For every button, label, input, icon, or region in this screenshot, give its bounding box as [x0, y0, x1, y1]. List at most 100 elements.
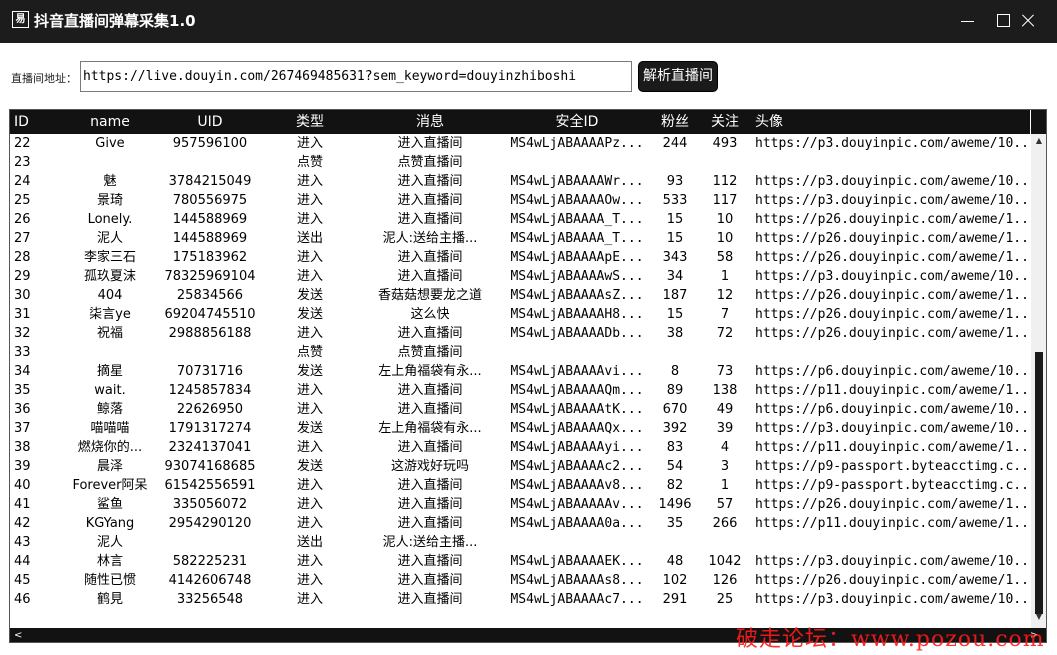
cell-sec-id: MS4wLjABAAAADb... — [510, 326, 644, 341]
cell-avatar-url: https://p26.douyinpic.com/aweme/1... — [755, 231, 1030, 246]
cell-uid: 78325969104 — [164, 269, 256, 284]
table-row[interactable]: 45 随性已惯 4142606748 进入 进入直播间 MS4wLjABAAAAs8...… — [10, 571, 1030, 590]
scroll-up-icon[interactable]: ▲ — [1034, 136, 1044, 146]
cell-avatar-url: https://p3.douyinpic.com/aweme/10... — [755, 136, 1030, 151]
col-header-sec-id[interactable]: 安全ID — [504, 110, 650, 134]
cell-sec-id: MS4wLjABAAAAQx... — [510, 421, 644, 436]
table-row[interactable]: 33 点赞 点赞直播间 — [10, 343, 1030, 362]
col-header-id[interactable]: ID — [14, 110, 44, 134]
minimize-icon[interactable] — [950, 0, 984, 43]
cell-sec-id: MS4wLjABAAAAvi... — [510, 364, 644, 379]
col-header-avatar[interactable]: 头像 — [755, 110, 1035, 134]
cell-message: 进入直播间 — [397, 497, 463, 512]
scroll-left-icon[interactable]: < — [14, 628, 24, 642]
cell-name: 燃烧你的... — [77, 440, 143, 455]
table-row[interactable]: 27 泥人 144588969 送出 泥人:送给主播... MS4wLjABAAAA_T.… — [10, 229, 1030, 248]
grid-header: ID name UID 类型 消息 安全ID 粉丝 关注 头像 — [10, 110, 1030, 134]
scrollbar-thumb[interactable] — [1035, 352, 1043, 614]
cell-avatar-url: https://p26.douyinpic.com/aweme/1... — [755, 288, 1030, 303]
cell-sec-id: MS4wLjABAAAAWr... — [510, 174, 644, 189]
table-row[interactable]: 36 鲸落 22626950 进入 进入直播间 MS4wLjABAAAAtK... 670 4… — [10, 400, 1030, 419]
table-row[interactable]: 43 泥人 送出 泥人:送给主播... — [10, 533, 1030, 552]
table-row[interactable]: 32 祝福 2988856188 进入 进入直播间 MS4wLjABAAAADb... 38… — [10, 324, 1030, 343]
cell-id: 34 — [14, 364, 31, 379]
cell-uid: 2988856188 — [168, 326, 252, 341]
cell-following: 1 — [720, 478, 730, 493]
cell-avatar-url: https://p26.douyinpic.com/aweme/1... — [755, 326, 1030, 341]
table-row[interactable]: 22 Give 957596100 进入 进入直播间 MS4wLjABAAAAPz... 2… — [10, 134, 1030, 153]
parse-live-button[interactable]: 解析直播间 — [638, 61, 718, 92]
cell-uid: 4142606748 — [168, 573, 252, 588]
cell-fans: 82 — [666, 478, 684, 493]
live-url-input[interactable] — [80, 61, 632, 92]
table-row[interactable]: 37 喵喵喵 1791317274 发送 左上角福袋有永... MS4wLjABAAAAQ… — [10, 419, 1030, 438]
table-row[interactable]: 23 点赞 点赞直播间 — [10, 153, 1030, 172]
cell-id: 41 — [14, 497, 31, 512]
cell-following: 39 — [716, 421, 734, 436]
col-header-fans[interactable]: 粉丝 — [651, 110, 699, 134]
col-header-uid[interactable]: UID — [160, 110, 260, 134]
table-row[interactable]: 39 晨泽 93074168685 发送 这游戏好玩吗 MS4wLjABAAAAc2...… — [10, 457, 1030, 476]
cell-message: 进入直播间 — [397, 174, 463, 189]
table-row[interactable]: 41 鲨鱼 335056072 进入 进入直播间 MS4wLjABAAAAAv... 149… — [10, 495, 1030, 514]
cell-id: 43 — [14, 535, 31, 550]
cell-name: 摘星 — [96, 364, 123, 379]
table-row[interactable]: 40 Forever阿呆 61542556591 进入 进入直播间 MS4wLjABAAA… — [10, 476, 1030, 495]
cell-uid: 2954290120 — [168, 516, 252, 531]
cell-avatar-url: https://p3.douyinpic.com/aweme/10... — [755, 193, 1030, 208]
cell-id: 30 — [14, 288, 31, 303]
table-row[interactable]: 34 摘星 70731716 发送 左上角福袋有永... MS4wLjABAAAAvi..… — [10, 362, 1030, 381]
table-row[interactable]: 35 wait. 1245857834 进入 进入直播间 MS4wLjABAAAAQm..… — [10, 381, 1030, 400]
cell-message: 进入直播间 — [397, 573, 463, 588]
cell-avatar-url: https://p3.douyinpic.com/aweme/10... — [755, 269, 1030, 284]
cell-fans: 34 — [666, 269, 684, 284]
table-row[interactable]: 24 魅 3784215049 进入 进入直播间 MS4wLjABAAAAWr... 93 1… — [10, 172, 1030, 191]
col-header-type[interactable]: 类型 — [278, 110, 342, 134]
cell-id: 39 — [14, 459, 31, 474]
col-header-name[interactable]: name — [56, 110, 164, 134]
table-row[interactable]: 28 李家三石 175183962 进入 进入直播间 MS4wLjABAAAApE... 3… — [10, 248, 1030, 267]
table-row[interactable]: 44 林言 582225231 进入 进入直播间 MS4wLjABAAAAEK... 48 1… — [10, 552, 1030, 571]
cell-fans: 670 — [662, 402, 688, 417]
table-row[interactable]: 42 KGYang 2954290120 进入 进入直播间 MS4wLjABAAAA0a.… — [10, 514, 1030, 533]
cell-sec-id: MS4wLjABAAAAc2... — [510, 459, 644, 474]
cell-id: 35 — [14, 383, 31, 398]
cell-type: 发送 — [296, 421, 323, 436]
col-header-message[interactable]: 消息 — [350, 110, 510, 134]
cell-message: 这游戏好玩吗 — [390, 459, 469, 474]
cell-id: 42 — [14, 516, 31, 531]
cell-type: 进入 — [296, 402, 323, 417]
col-header-following[interactable]: 关注 — [700, 110, 750, 134]
vertical-scrollbar[interactable]: ▲ ▼ — [1031, 110, 1046, 628]
cell-sec-id: MS4wLjABAAAAs8... — [510, 573, 644, 588]
table-row[interactable]: 25 景琦 780556975 进入 进入直播间 MS4wLjABAAAAOw... 533… — [10, 191, 1030, 210]
cell-name: 鲸落 — [96, 402, 123, 417]
cell-id: 28 — [14, 250, 31, 265]
cell-avatar-url: https://p11.douyinpic.com/aweme/1... — [755, 516, 1030, 531]
cell-fans: 48 — [666, 554, 684, 569]
app-window: 易 抖音直播间弹幕采集1.0 直播间地址： 解析直播间 ID name UID … — [0, 0, 1057, 655]
danmu-grid[interactable]: ID name UID 类型 消息 安全ID 粉丝 关注 头像 22 Give 95… — [9, 109, 1047, 643]
cell-following — [700, 533, 750, 552]
table-row[interactable]: 38 燃烧你的... 2324137041 进入 进入直播间 MS4wLjABAAAAyi… — [10, 438, 1030, 457]
cell-following: 7 — [720, 307, 730, 322]
cell-name: KGYang — [85, 516, 135, 531]
table-row[interactable]: 46 鹤見 33256548 进入 进入直播间 MS4wLjABAAAAc7... 291 2… — [10, 590, 1030, 609]
cell-name: 林言 — [96, 554, 123, 569]
cell-type: 发送 — [296, 364, 323, 379]
cell-message: 左上角福袋有永... — [378, 364, 482, 379]
table-row[interactable]: 26 Lonely. 144588969 进入 进入直播间 MS4wLjABAAAA_T.… — [10, 210, 1030, 229]
table-row[interactable]: 30 404 25834566 发送 香菇菇想要龙之道 MS4wLjABAAAAsZ...… — [10, 286, 1030, 305]
cell-uid — [160, 533, 260, 552]
cell-fans — [651, 343, 699, 362]
cell-message: 进入直播间 — [397, 212, 463, 227]
cell-message: 进入直播间 — [397, 440, 463, 455]
table-row[interactable]: 29 孤玖夏沫 78325969104 进入 进入直播间 MS4wLjABAAAAwS..… — [10, 267, 1030, 286]
title-bar[interactable]: 易 抖音直播间弹幕采集1.0 — [0, 0, 1057, 43]
table-row[interactable]: 31 柒言ye 69204745510 发送 这么快 MS4wLjABAAAAH8... 1… — [10, 305, 1030, 324]
cell-sec-id — [504, 153, 650, 172]
cell-following: 12 — [716, 288, 734, 303]
cell-fans: 533 — [662, 193, 688, 208]
close-icon[interactable] — [1012, 0, 1046, 43]
cell-sec-id: MS4wLjABAAAAH8... — [510, 307, 644, 322]
